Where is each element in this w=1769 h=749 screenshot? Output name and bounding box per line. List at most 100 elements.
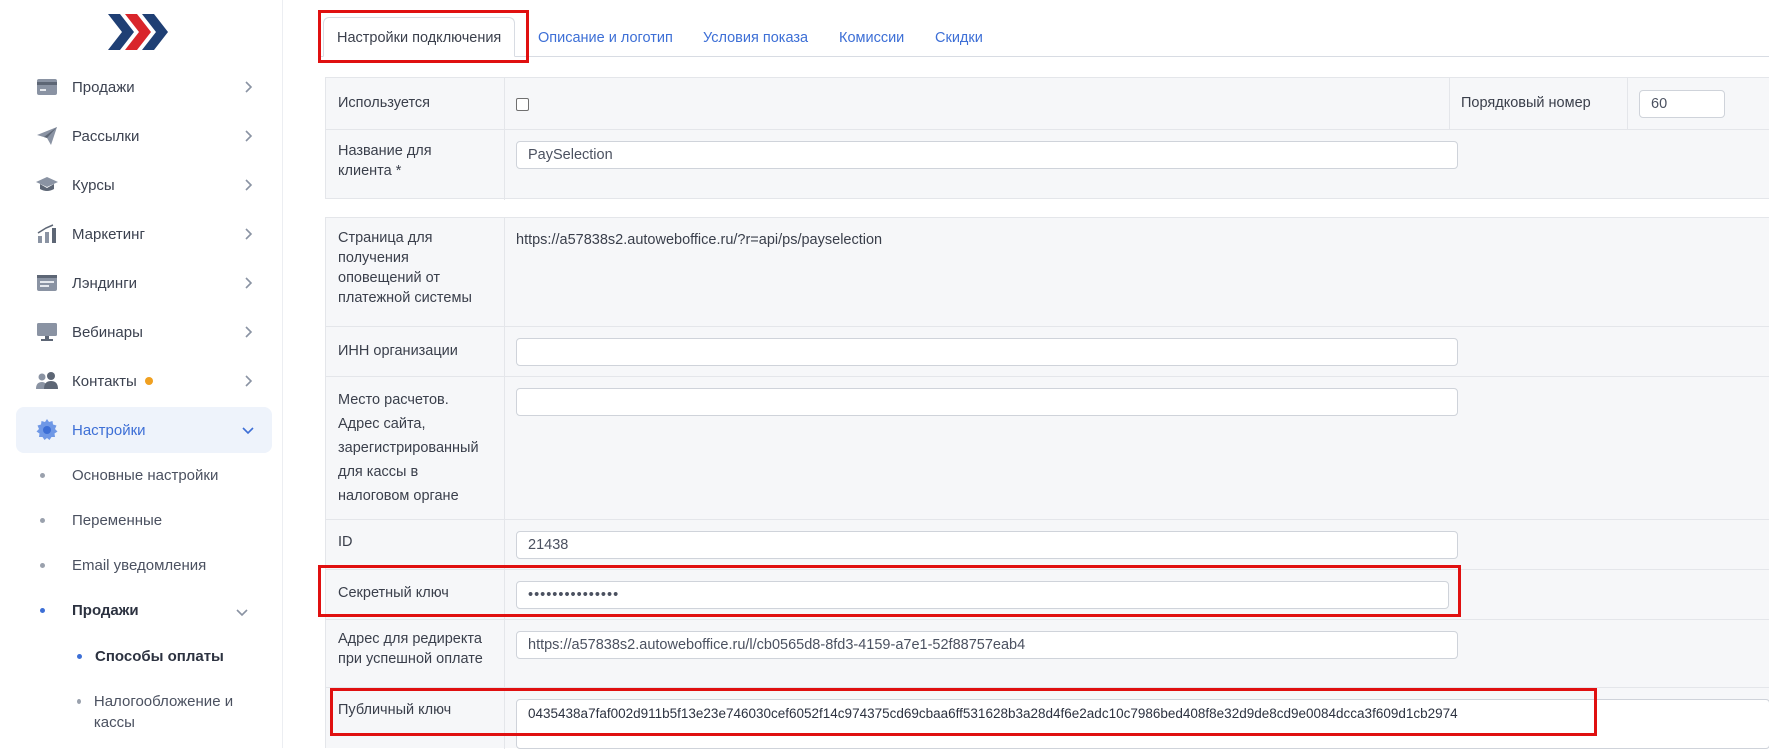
- tab-commissions[interactable]: Комиссии: [839, 18, 904, 58]
- sidebar-item-settings[interactable]: Настройки: [16, 407, 272, 453]
- monitor-icon: [34, 319, 60, 345]
- sidebar-subitem-label: Налогообложение и кассы: [93, 693, 234, 731]
- tab-bar: Настройки подключения Описание и логотип…: [320, 0, 1769, 57]
- form-row-settlement-place: Место расчетов. Адрес сайта, зарегистрир…: [326, 376, 1769, 519]
- sidebar: Продажи Рассылки Курсы Маркетинг Лэндинг…: [0, 0, 283, 748]
- divider: [504, 218, 505, 326]
- bullet: [77, 654, 82, 659]
- bullet: [40, 563, 45, 568]
- form-row-used: Используется Порядковый номер 60: [326, 78, 1769, 129]
- order-number-input[interactable]: 60: [1639, 90, 1725, 118]
- redirect-url-input[interactable]: https://a57838s2.autoweboffice.ru/l/cb05…: [516, 631, 1458, 659]
- field-label: Страница для получения оповещений от пла…: [338, 230, 472, 306]
- paper-plane-icon: [34, 123, 60, 149]
- sidebar-subitem-taxation[interactable]: Налогообложение и кассы: [77, 691, 237, 733]
- tab-description-logo[interactable]: Описание и логотип: [538, 18, 673, 58]
- sidebar-item-label: Рассылки: [72, 127, 140, 145]
- bullet: [40, 518, 45, 523]
- field-label: Место расчетов. Адрес сайта, зарегистрир…: [338, 392, 479, 504]
- tab-display-conditions[interactable]: Условия показа: [703, 18, 808, 58]
- tab-label: Комиссии: [839, 30, 905, 46]
- tab-connection-settings[interactable]: Настройки подключения: [323, 17, 516, 57]
- form-panel-general: Используется Порядковый номер 60 Названи…: [325, 77, 1769, 200]
- id-input[interactable]: 21438: [516, 531, 1458, 559]
- divider: [504, 688, 505, 749]
- sidebar-item-label: Вебинары: [72, 323, 143, 341]
- field-label: Секретный ключ: [338, 585, 449, 601]
- form-row-secret-key: Секретный ключ •••••••••••••••: [326, 569, 1769, 619]
- sidebar-subitem-label: Основные настройки: [72, 467, 219, 484]
- notification-dot: [144, 377, 153, 385]
- tab-label: Скидки: [935, 30, 983, 46]
- chevron-right-icon: [245, 375, 253, 387]
- bar-chart-icon: [34, 221, 60, 247]
- field-label: ID: [338, 534, 353, 550]
- form-row-inn: ИНН организации: [326, 326, 1769, 376]
- form-row-notify-url: Страница для получения оповещений от пла…: [326, 218, 1769, 326]
- card-icon: [34, 74, 60, 100]
- sidebar-subitem-label: Email уведомления: [72, 557, 207, 574]
- field-label: Адрес для редиректа при успешной оплате: [338, 631, 483, 667]
- gear-icon: [34, 417, 60, 443]
- form-row-redirect-url: Адрес для редиректа при успешной оплате …: [326, 619, 1769, 687]
- form-row-public-key: Публичный ключ 0435438a7faf002d911b5f13e…: [326, 687, 1769, 749]
- inn-input[interactable]: [516, 338, 1458, 366]
- sidebar-subitem-payment-methods[interactable]: Способы оплаты: [77, 646, 224, 667]
- sidebar-item-webinars[interactable]: Вебинары: [16, 309, 272, 355]
- chevron-down-icon: [236, 609, 248, 617]
- sidebar-item-mailings[interactable]: Рассылки: [16, 113, 272, 159]
- divider: [504, 520, 505, 569]
- divider: [1449, 78, 1450, 129]
- sidebar-subitem-sales[interactable]: Продажи: [40, 602, 250, 619]
- divider: [504, 78, 505, 129]
- sidebar-subitem-variables[interactable]: Переменные: [40, 512, 162, 529]
- bullet: [40, 608, 45, 613]
- form-panel-connection: Страница для получения оповещений от пла…: [325, 217, 1769, 749]
- sidebar-item-contacts[interactable]: Контакты: [16, 358, 272, 404]
- sidebar-item-label: Курсы: [72, 176, 115, 194]
- sidebar-item-landings[interactable]: Лэндинги: [16, 260, 272, 306]
- sidebar-item-marketing[interactable]: Маркетинг: [16, 211, 272, 257]
- divider: [504, 620, 505, 687]
- used-checkbox[interactable]: [516, 98, 529, 111]
- divider: [504, 377, 505, 519]
- field-label: Используется: [338, 95, 431, 111]
- sidebar-item-sales[interactable]: Продажи: [16, 64, 272, 110]
- chevron-right-icon: [245, 179, 253, 191]
- notify-url-text: https://a57838s2.autoweboffice.ru/?r=api…: [516, 232, 883, 248]
- form-row-id: ID 21438: [326, 519, 1769, 569]
- sidebar-subitem-label: Продажи: [72, 602, 139, 619]
- sidebar-item-label: Настройки: [72, 421, 146, 439]
- users-icon: [34, 368, 60, 394]
- tab-discounts[interactable]: Скидки: [935, 18, 983, 58]
- sidebar-item-courses[interactable]: Курсы: [16, 162, 272, 208]
- tab-label: Описание и логотип: [538, 30, 673, 46]
- divider: [504, 130, 505, 200]
- sidebar-item-label: Контакты: [72, 372, 137, 390]
- divider: [504, 570, 505, 619]
- graduation-cap-icon: [34, 172, 60, 198]
- secret-key-input[interactable]: •••••••••••••••: [516, 581, 1449, 609]
- chevron-down-icon: [242, 427, 254, 435]
- form-row-name: Название для клиента * PaySelection: [326, 129, 1769, 200]
- settlement-place-input[interactable]: [516, 388, 1458, 416]
- sidebar-item-label: Лэндинги: [72, 274, 138, 292]
- landing-page-icon: [34, 270, 60, 296]
- sidebar-subitem-label: Способы оплаты: [95, 648, 224, 665]
- tab-label: Условия показа: [703, 30, 809, 46]
- divider: [504, 327, 505, 376]
- sidebar-subitem-main-settings[interactable]: Основные настройки: [40, 467, 218, 484]
- tab-label: Настройки подключения: [337, 30, 502, 46]
- chevron-right-icon: [245, 326, 253, 338]
- field-label: Порядковый номер: [1461, 95, 1591, 111]
- client-name-input[interactable]: PaySelection: [516, 141, 1458, 169]
- logo: [108, 14, 168, 50]
- field-label: Название для клиента *: [338, 143, 432, 179]
- bullet: [77, 699, 81, 704]
- sidebar-item-label: Продажи: [72, 78, 135, 96]
- public-key-input[interactable]: 0435438a7faf002d911b5f13e23e746030cef605…: [516, 699, 1769, 749]
- sidebar-subitem-email-notifications[interactable]: Email уведомления: [40, 557, 206, 574]
- divider: [1627, 78, 1628, 129]
- chevron-right-icon: [245, 228, 253, 240]
- chevron-right-icon: [245, 81, 253, 93]
